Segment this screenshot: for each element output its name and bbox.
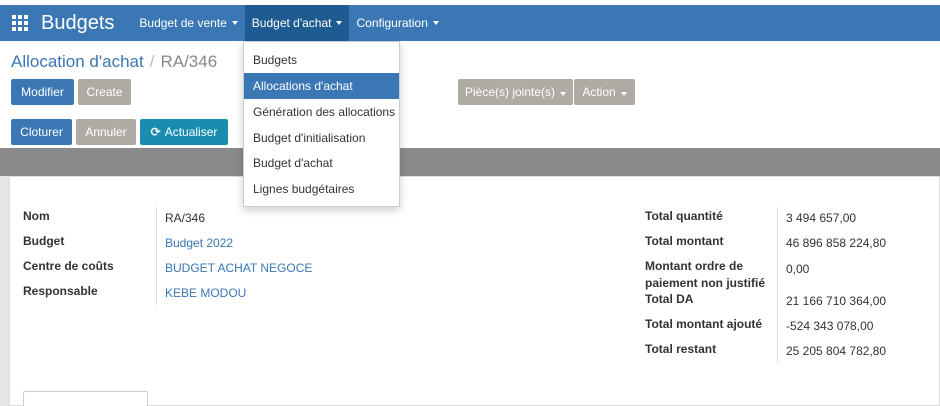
bottom-partial-button[interactable]	[23, 391, 148, 406]
field-label-budget: Budget	[23, 234, 65, 248]
field-value-total-added: -524 343 078,00	[786, 319, 874, 333]
menu-item-lignes-budgetaires[interactable]: Lignes budgétaires	[244, 176, 399, 202]
edit-button[interactable]: Modifier	[11, 79, 74, 105]
field-value-total-quantity: 3 494 657,00	[786, 211, 857, 225]
field-value-total-amount: 46 896 858 224,80	[786, 236, 887, 250]
field-value-responsible-link[interactable]: KEBE MODOU	[165, 286, 246, 300]
caret-down-icon	[620, 92, 627, 96]
breadcrumb-parent-link[interactable]: Allocation d'achat	[11, 52, 144, 71]
breadcrumb-separator: /	[149, 52, 155, 71]
field-label-responsible: Responsable	[23, 284, 98, 298]
create-button[interactable]: Create	[78, 79, 131, 105]
field-value-budget-link[interactable]: Budget 2022	[165, 236, 233, 250]
field-label-total-amount: Total montant	[645, 234, 724, 248]
top-navbar: Budgets Budget de vente Budget d'achat C…	[0, 5, 940, 41]
nav-label: Budget d'achat	[251, 16, 332, 30]
app-title: Budgets	[41, 11, 115, 34]
action-dropdown-button[interactable]: Action	[574, 79, 635, 105]
field-separator	[777, 207, 778, 363]
nav-label: Budget de vente	[139, 16, 227, 30]
caret-down-icon	[336, 21, 343, 25]
nav-configuration[interactable]: Configuration	[349, 5, 445, 41]
caret-down-icon	[432, 21, 439, 25]
attachments-dropdown-button[interactable]: Pièce(s) jointe(s)	[458, 79, 573, 105]
field-value-unjustified-payment: 0,00	[786, 262, 810, 276]
budget-dachat-dropdown-menu: Budgets Allocations d'achat Génération d…	[243, 41, 400, 207]
action-label: Action	[582, 85, 616, 99]
caret-down-icon	[231, 21, 238, 25]
field-separator	[156, 207, 157, 305]
breadcrumb-current: RA/346	[160, 52, 218, 71]
breadcrumb: Allocation d'achat / RA/346	[11, 52, 217, 72]
refresh-icon: ⟳	[150, 125, 161, 139]
menu-item-generation-allocations[interactable]: Génération des allocations	[244, 99, 399, 125]
caret-down-icon	[560, 92, 567, 96]
field-label-unjustified-payment-line2: paiement non justifié	[645, 276, 766, 290]
menu-item-budget-initialisation[interactable]: Budget d'initialisation	[244, 125, 399, 151]
form-header-band	[0, 148, 940, 176]
field-value-cost-center-link[interactable]: BUDGET ACHAT NEGOCE	[165, 261, 312, 275]
field-label-total-quantity: Total quantité	[645, 209, 723, 223]
close-button[interactable]: Cloturer	[11, 119, 72, 145]
nav-budget-dachat[interactable]: Budget d'achat	[244, 5, 350, 41]
nav-budget-de-vente[interactable]: Budget de vente	[132, 5, 244, 41]
menu-item-allocations-dachat[interactable]: Allocations d'achat	[244, 73, 399, 99]
field-label-cost-center: Centre de coûts	[23, 259, 114, 273]
field-value-name: RA/346	[165, 211, 206, 225]
nav-label: Configuration	[356, 16, 428, 30]
refresh-button[interactable]: ⟳ Actualiser	[140, 119, 228, 145]
field-label-total-da: Total DA	[645, 292, 694, 306]
menu-item-budget-dachat[interactable]: Budget d'achat	[244, 150, 399, 176]
field-label-total-added: Total montant ajouté	[645, 317, 763, 331]
cancel-button[interactable]: Annuler	[76, 119, 136, 145]
attachments-label: Pièce(s) jointe(s)	[464, 85, 556, 99]
apps-grid-icon[interactable]	[12, 15, 28, 31]
refresh-label: Actualiser	[164, 125, 218, 139]
field-label-name: Nom	[23, 209, 50, 223]
field-value-total-remaining: 25 205 804 782,80	[786, 344, 887, 358]
field-label-total-remaining: Total restant	[645, 342, 717, 356]
field-label-unjustified-payment: Montant ordre de	[645, 259, 743, 273]
field-value-total-da: 21 166 710 364,00	[786, 294, 887, 308]
menu-item-budgets[interactable]: Budgets	[244, 47, 399, 73]
